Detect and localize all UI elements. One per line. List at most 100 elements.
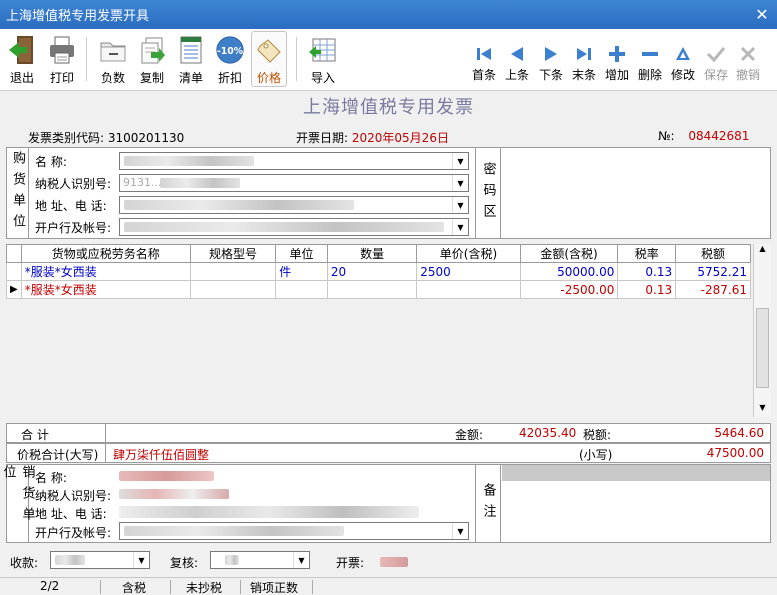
list-icon xyxy=(176,33,206,67)
remark-header xyxy=(502,465,770,481)
item-unit-cell[interactable] xyxy=(275,280,328,299)
copy-button[interactable]: 复制 xyxy=(134,33,170,86)
item-amount-cell[interactable]: -2500.00 xyxy=(519,280,619,299)
add-icon xyxy=(606,43,628,65)
tax-mode: 含税 xyxy=(122,581,147,595)
buyer-bank-field[interactable]: ▼ xyxy=(119,218,469,236)
chevron-down-icon[interactable]: ▼ xyxy=(452,153,468,169)
folder-minus-icon xyxy=(98,33,128,67)
save-button[interactable]: 保存 xyxy=(699,43,733,83)
first-record-button[interactable]: 首条 xyxy=(467,43,501,83)
table-row[interactable]: *服装*女西装 件 20 2500 50000.00 0.13 5752.21 xyxy=(6,262,751,281)
buyer-name-field[interactable]: ▼ xyxy=(119,152,469,170)
next-record-icon xyxy=(540,43,562,65)
price-button[interactable]: 价格 xyxy=(251,31,287,87)
chevron-down-icon[interactable]: ▼ xyxy=(293,552,309,568)
chevron-down-icon[interactable]: ▼ xyxy=(452,175,468,191)
item-rate-cell[interactable]: 0.13 xyxy=(617,262,677,281)
col-header[interactable]: 货物或应税劳务名称 xyxy=(20,244,191,263)
table-scrollbar[interactable]: ▲ ▼ xyxy=(753,244,771,417)
delete-button[interactable]: 删除 xyxy=(633,43,667,83)
printer-icon xyxy=(47,33,77,67)
item-spec-cell[interactable] xyxy=(189,280,277,299)
item-price-cell[interactable]: 2500 xyxy=(416,262,521,281)
col-header[interactable]: 税率 xyxy=(617,244,677,263)
next-record-button[interactable]: 下条 xyxy=(534,43,568,83)
grand-total-small: 47500.00 xyxy=(706,446,764,460)
item-amount-cell[interactable]: 50000.00 xyxy=(519,262,619,281)
chevron-down-icon[interactable]: ▼ xyxy=(452,219,468,235)
list-button[interactable]: 清单 xyxy=(173,33,209,86)
item-tax-cell[interactable]: -287.61 xyxy=(675,280,751,299)
seller-section: 销货单位 名 称: 纳税人识别号: 地 址、电 话: 开户行及帐号: ▼ 备注 xyxy=(1,464,771,543)
item-price-cell[interactable] xyxy=(416,280,521,299)
status-bar: 2/2 含税 未抄税 销项正数 xyxy=(0,577,777,595)
drawer-value xyxy=(380,557,408,567)
col-header[interactable]: 金额(含税) xyxy=(519,244,619,263)
item-unit-cell[interactable]: 件 xyxy=(275,262,328,281)
chevron-down-icon[interactable]: ▼ xyxy=(452,197,468,213)
toolbar-separator xyxy=(86,37,87,81)
cipher-area-label: 密码区 xyxy=(475,148,501,238)
totals-row: 合 计 金额: 42035.40 税额: 5464.60 xyxy=(6,423,771,443)
add-button[interactable]: 增加 xyxy=(600,43,634,83)
copy-icon xyxy=(137,33,167,67)
buyer-taxid-field[interactable]: 9131... ▼ xyxy=(119,174,469,192)
seller-address-value xyxy=(119,506,419,518)
item-rate-cell[interactable]: 0.13 xyxy=(617,280,677,299)
print-button[interactable]: 打印 xyxy=(44,33,80,86)
save-check-icon xyxy=(705,43,727,65)
col-header[interactable]: 税额 xyxy=(675,244,751,263)
exit-icon xyxy=(7,33,37,67)
reviewer-select[interactable]: ▼ xyxy=(210,551,310,569)
item-name-cell[interactable]: *服装*女西装 xyxy=(20,262,191,281)
negative-button[interactable]: 负数 xyxy=(95,33,131,86)
chevron-down-icon[interactable]: ▼ xyxy=(754,403,771,417)
seller-section-label: 销货单位 xyxy=(1,465,35,542)
seller-bank-field[interactable]: ▼ xyxy=(119,522,469,540)
seller-name-value xyxy=(119,471,214,481)
import-icon xyxy=(308,33,338,67)
item-name-cell[interactable]: *服装*女西装 xyxy=(20,280,191,299)
payee-select[interactable]: ▼ xyxy=(50,551,150,569)
undo-button[interactable]: 撤销 xyxy=(731,43,765,83)
total-amount: 42035.40 xyxy=(519,426,577,440)
discount-icon: -10% xyxy=(215,33,245,67)
item-tax-cell[interactable]: 5752.21 xyxy=(675,262,751,281)
close-icon[interactable]: ✕ xyxy=(747,0,777,29)
table-row[interactable]: ▶ *服装*女西装 -2500.00 0.13 -287.61 xyxy=(6,280,751,299)
grand-total-caps: 肆万柒仟伍佰圆整 xyxy=(113,448,210,462)
chevron-down-icon[interactable]: ▼ xyxy=(452,523,468,539)
col-header[interactable]: 单价(含税) xyxy=(416,244,521,263)
chevron-down-icon[interactable]: ▼ xyxy=(133,552,149,568)
items-header-row: 货物或应税劳务名称 规格型号 单位 数量 单价(含税) 金额(含税) 税率 税额 xyxy=(6,244,751,263)
last-record-icon xyxy=(573,43,595,65)
exit-button[interactable]: 退出 xyxy=(4,33,40,86)
item-qty-cell[interactable]: 20 xyxy=(326,262,418,281)
last-record-button[interactable]: 末条 xyxy=(567,43,601,83)
delete-icon xyxy=(639,43,661,65)
col-header[interactable]: 规格型号 xyxy=(189,244,277,263)
remark-label: 备注 xyxy=(475,465,501,542)
col-header[interactable]: 单位 xyxy=(275,244,328,263)
col-header[interactable]: 数量 xyxy=(326,244,418,263)
current-row-marker: ▶ xyxy=(6,280,22,299)
item-qty-cell[interactable] xyxy=(326,280,418,299)
remark-field[interactable] xyxy=(502,481,770,542)
scrollbar-thumb[interactable] xyxy=(756,308,769,388)
page-indicator: 2/2 xyxy=(40,579,60,593)
toolbar: 退出 打印 负数 复制 清单 -10% 折扣 价格 导入 首条 上条 下条 末条… xyxy=(0,29,777,91)
invoice-title: 上海增值税专用发票 xyxy=(303,97,474,118)
buyer-address-field[interactable]: ▼ xyxy=(119,196,469,214)
import-button[interactable]: 导入 xyxy=(305,33,341,86)
total-tax: 5464.60 xyxy=(714,426,764,440)
chevron-up-icon[interactable]: ▲ xyxy=(754,244,771,258)
cipher-area xyxy=(502,148,770,238)
undo-x-icon xyxy=(737,43,759,65)
discount-button[interactable]: -10% 折扣 xyxy=(212,33,248,86)
prev-record-button[interactable]: 上条 xyxy=(500,43,534,83)
edit-button[interactable]: 修改 xyxy=(666,43,700,83)
item-spec-cell[interactable] xyxy=(189,262,277,281)
window-title: 上海增值税专用发票开具 xyxy=(6,9,150,24)
copy-state: 未抄税 xyxy=(186,581,223,595)
